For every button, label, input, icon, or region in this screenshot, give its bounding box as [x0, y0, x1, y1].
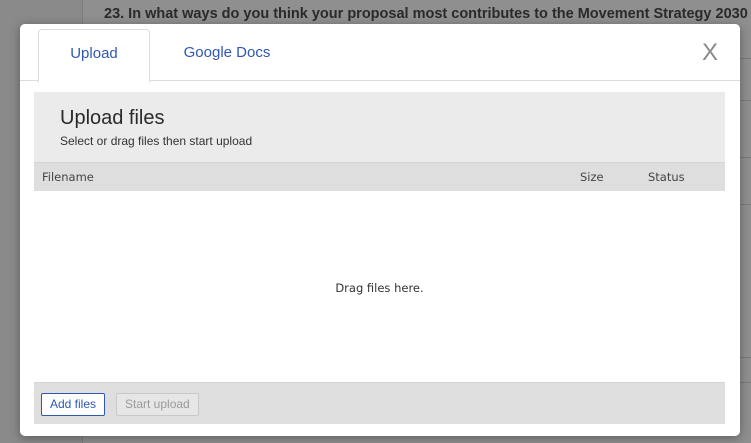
panel-title: Upload files	[60, 107, 165, 129]
upload-panel: Upload files Select or drag files then s…	[34, 92, 725, 424]
question-heading: 23. In what ways do you think your propo…	[104, 6, 751, 22]
file-drop-area[interactable]: Drag files here.	[34, 191, 725, 382]
backdrop-divider	[740, 357, 751, 358]
upload-footer: Add files Start upload	[34, 382, 725, 424]
backdrop-divider	[740, 382, 751, 383]
backdrop-divider	[740, 100, 751, 101]
start-upload-button[interactable]: Start upload	[116, 393, 199, 416]
tab-bar: Upload Google Docs X	[20, 24, 740, 83]
backdrop-divider	[740, 157, 751, 158]
drop-hint: Drag files here.	[335, 281, 424, 295]
file-list-header: Filename Size Status	[34, 162, 725, 192]
tab-google-docs[interactable]: Google Docs	[170, 29, 284, 81]
panel-subtitle: Select or drag files then start upload	[60, 134, 253, 148]
add-files-button[interactable]: Add files	[41, 393, 106, 416]
backdrop-divider	[740, 204, 751, 205]
column-size: Size	[580, 170, 604, 184]
backdrop-divider	[740, 58, 751, 59]
column-status: Status	[648, 170, 685, 184]
tab-upload[interactable]: Upload	[38, 29, 150, 83]
column-filename: Filename	[42, 170, 94, 184]
upload-dialog: Upload Google Docs X Upload files Select…	[20, 24, 740, 436]
close-button[interactable]: X	[702, 39, 718, 67]
